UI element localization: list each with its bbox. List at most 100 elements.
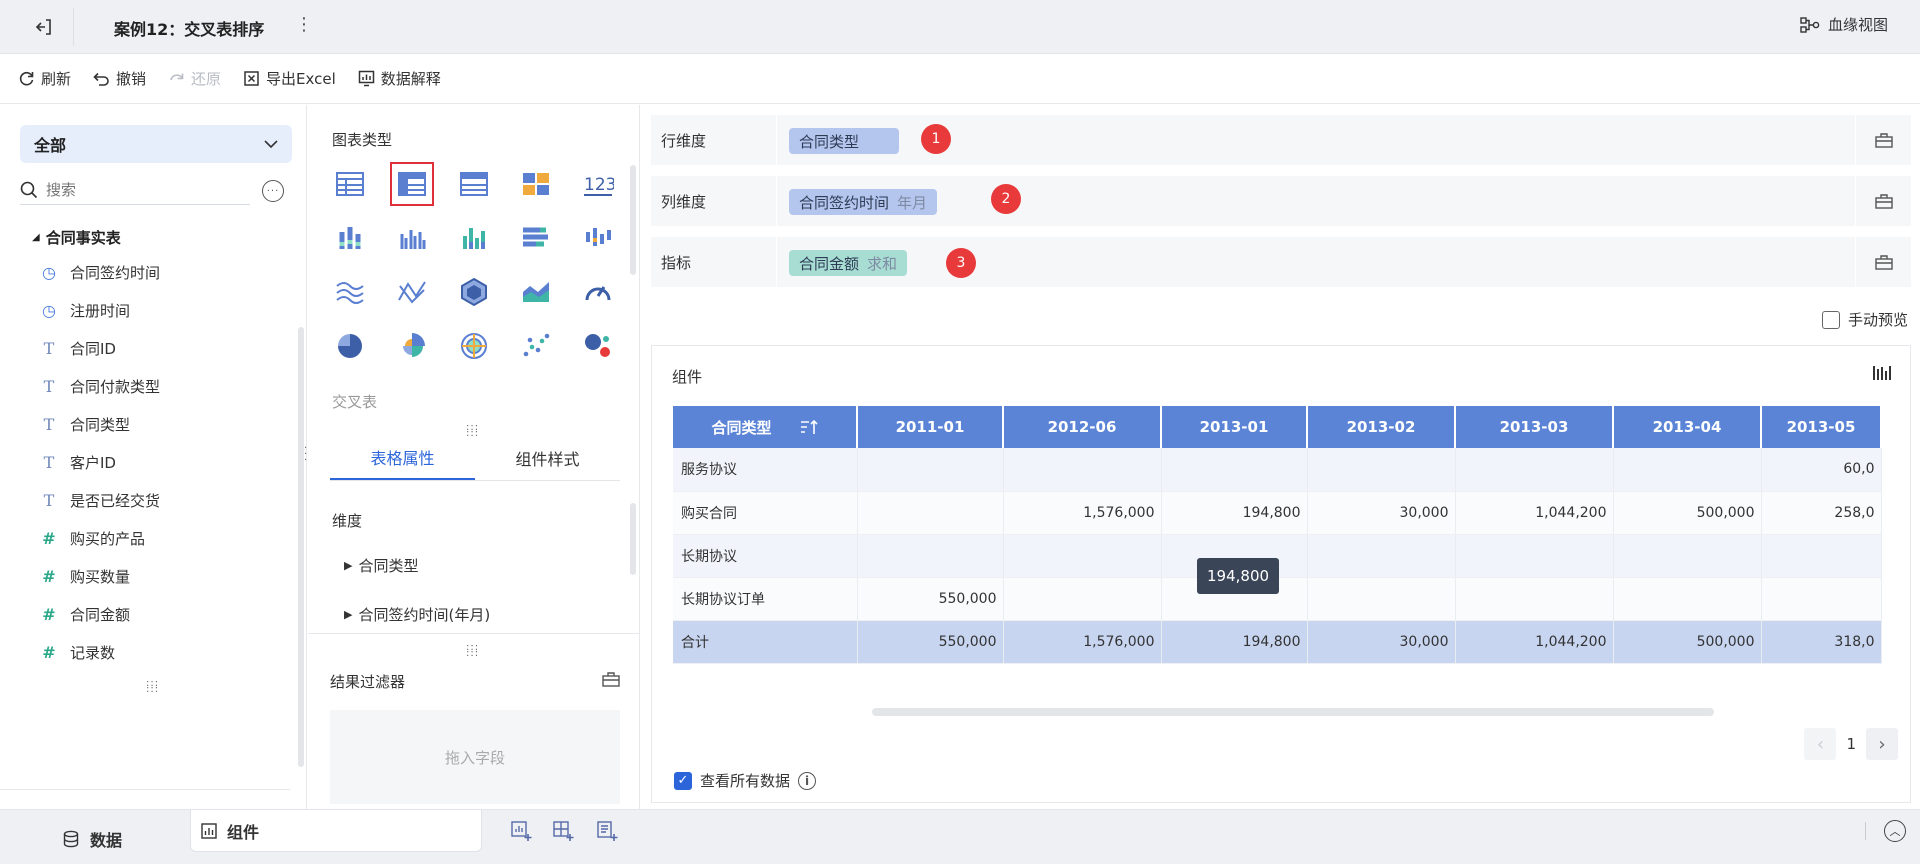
value-cell[interactable]	[1455, 448, 1614, 492]
redo-button[interactable]: 还原	[168, 68, 221, 89]
column-header-cell[interactable]: 2012-06	[1003, 406, 1162, 448]
column-header-cell[interactable]: 2013-02	[1307, 406, 1456, 448]
measure-shelf[interactable]: 指标 合同金额 求和 3	[651, 237, 1911, 287]
column-dimension-shelf[interactable]: 列维度 合同签约时间 年月 2	[651, 176, 1911, 226]
view-all-checkbox[interactable]: ✓	[674, 771, 692, 790]
back-button[interactable]	[14, 8, 74, 46]
search-input[interactable]	[46, 180, 226, 199]
field-item[interactable]: T 合同ID	[40, 329, 290, 367]
lineage-view-button[interactable]: 血缘视图	[1800, 14, 1888, 35]
chart-type-radar[interactable]	[452, 324, 496, 368]
chart-type-number[interactable]: 123	[576, 162, 620, 206]
value-cell[interactable]	[1455, 577, 1614, 621]
value-cell[interactable]: 30,000	[1307, 620, 1456, 664]
export-excel-button[interactable]: 导出Excel	[243, 68, 336, 89]
value-cell[interactable]	[1003, 577, 1162, 621]
chart-type-grouped-bar[interactable]	[390, 216, 434, 260]
row-header-cell[interactable]: 合同类型	[673, 406, 858, 448]
field-item[interactable]: T 是否已经交货	[40, 481, 290, 519]
column-header-cell[interactable]: 2011-01	[857, 406, 1004, 448]
resize-handle[interactable]: ::::::	[466, 643, 479, 659]
field-item[interactable]: T 客户ID	[40, 443, 290, 481]
value-cell[interactable]: 258,0	[1761, 491, 1882, 535]
value-cell[interactable]: 60,0	[1761, 448, 1882, 492]
row-header[interactable]: 长期协议订单	[673, 577, 858, 621]
value-cell[interactable]: 318,0	[1761, 620, 1882, 664]
value-cell[interactable]: 550,000	[857, 620, 1004, 664]
value-cell[interactable]	[1307, 448, 1456, 492]
shelf-settings-button[interactable]	[1855, 115, 1911, 165]
chart-type-wave[interactable]	[328, 270, 372, 314]
chart-type-rose-pie[interactable]	[390, 324, 434, 368]
shelf-settings-button[interactable]	[1855, 237, 1911, 287]
horizontal-scrollbar[interactable]	[872, 708, 1714, 716]
value-cell[interactable]	[1613, 448, 1762, 492]
next-page-button[interactable]: ›	[1866, 728, 1898, 760]
field-item[interactable]: # 合同金额	[40, 595, 290, 633]
chart-type-range-bar[interactable]	[576, 216, 620, 260]
column-header-cell[interactable]: 2013-03	[1455, 406, 1614, 448]
manual-preview-toggle[interactable]: 手动预览	[1821, 309, 1908, 330]
value-cell[interactable]	[1003, 534, 1162, 578]
manual-preview-checkbox[interactable]	[1821, 310, 1840, 329]
value-cell[interactable]: 1,576,000	[1003, 620, 1162, 664]
dimension-item[interactable]: ▶ 合同类型	[344, 555, 418, 576]
view-all-data-toggle[interactable]: ✓ 查看所有数据 i	[674, 770, 817, 791]
dimension-item[interactable]: ▶ 合同签约时间(年月)	[344, 604, 490, 625]
chart-type-crosstab[interactable]	[390, 162, 434, 206]
chart-type-kpi-grid[interactable]	[514, 162, 558, 206]
resize-handle[interactable]: ::::::	[146, 679, 159, 695]
chart-type-table[interactable]	[328, 162, 372, 206]
value-cell[interactable]	[1307, 534, 1456, 578]
row-dimension-shelf[interactable]: 行维度 合同类型 1	[651, 115, 1911, 165]
field-item[interactable]: # 购买数量	[40, 557, 290, 595]
shelf-settings-button[interactable]	[1855, 176, 1911, 226]
more-options-button[interactable]: ⋮	[294, 14, 314, 38]
value-cell[interactable]: 500,000	[1613, 491, 1762, 535]
field-item[interactable]: T 合同付款类型	[40, 367, 290, 405]
chart-type-hexagon[interactable]	[452, 270, 496, 314]
refresh-button[interactable]: 刷新	[18, 68, 71, 89]
undo-button[interactable]: 撤销	[93, 68, 146, 89]
tab-component-style[interactable]: 组件样式	[475, 435, 620, 480]
value-cell[interactable]	[1761, 577, 1882, 621]
info-icon[interactable]: i	[798, 771, 817, 790]
value-cell[interactable]	[1613, 577, 1762, 621]
chart-type-area[interactable]	[514, 270, 558, 314]
filter-settings-icon[interactable]	[602, 671, 620, 691]
field-item[interactable]: # 购买的产品	[40, 519, 290, 557]
column-field-pill[interactable]: 合同签约时间 年月	[789, 189, 938, 215]
field-item[interactable]: ◷ 合同签约时间	[40, 253, 290, 291]
column-header-cell[interactable]: 2013-05	[1761, 406, 1882, 448]
field-item[interactable]: T 合同类型	[40, 405, 290, 443]
value-cell[interactable]: 30,000	[1307, 491, 1456, 535]
table-node[interactable]: ◢ 合同事实表	[32, 227, 121, 248]
chart-type-stacked-bar[interactable]	[328, 216, 372, 260]
chart-type-line-cross[interactable]	[390, 270, 434, 314]
value-cell[interactable]	[857, 534, 1004, 578]
column-header-cell[interactable]: 2013-01	[1161, 406, 1308, 448]
add-component-icon[interactable]	[510, 820, 532, 846]
value-cell[interactable]: 194,800	[1161, 620, 1308, 664]
chart-type-gauge[interactable]	[576, 270, 620, 314]
left-scrollbar[interactable]	[298, 327, 304, 767]
row-header[interactable]: 购买合同	[673, 491, 858, 535]
scope-select[interactable]: 全部	[20, 125, 292, 163]
component-chart-icon[interactable]	[1872, 364, 1892, 386]
value-cell[interactable]: 194,800	[1161, 491, 1308, 535]
chart-type-pie[interactable]	[328, 324, 372, 368]
column-header-cell[interactable]: 2013-04	[1613, 406, 1762, 448]
row-field-pill[interactable]: 合同类型	[789, 128, 899, 154]
more-options-icon[interactable]: ···	[262, 180, 284, 202]
value-cell[interactable]: 1,044,200	[1455, 620, 1614, 664]
tab-data[interactable]: 数据	[62, 818, 122, 860]
chart-type-bar[interactable]	[452, 216, 496, 260]
chart-type-bubble[interactable]	[576, 324, 620, 368]
value-cell[interactable]	[1003, 448, 1162, 492]
tab-component[interactable]: 组件	[190, 810, 482, 852]
value-cell[interactable]	[1613, 534, 1762, 578]
filter-drop-zone[interactable]: 拖入字段	[330, 710, 620, 804]
properties-scrollbar[interactable]	[630, 503, 636, 575]
row-header[interactable]: 合计	[673, 620, 858, 664]
chart-types-scrollbar[interactable]	[630, 165, 636, 275]
